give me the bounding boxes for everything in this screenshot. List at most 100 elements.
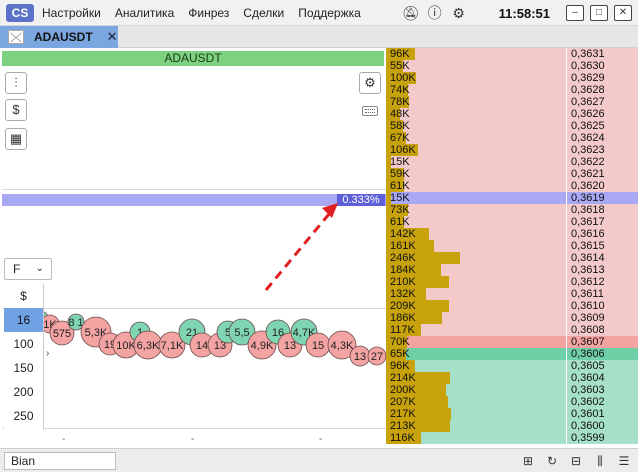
price-label: 0,3631: [566, 48, 638, 60]
order-book-volume: 61K: [386, 216, 566, 228]
refresh-icon[interactable]: ↻: [542, 452, 562, 470]
trade-bubble-label: 4,3K: [331, 340, 354, 352]
order-book-row[interactable]: 209K 0,3610: [386, 300, 638, 312]
order-book-row[interactable]: 48K 0,3626: [386, 108, 638, 120]
price-label: 0,3625: [566, 120, 638, 132]
trade-bubble-label: 27: [371, 351, 383, 363]
price-label: 0,3615: [566, 240, 638, 252]
close-icon[interactable]: ✕: [107, 29, 118, 45]
order-book-row[interactable]: 116K 0,3599: [386, 432, 638, 444]
volume-label: 161K: [390, 240, 416, 252]
order-book-row[interactable]: 73K 0,3618: [386, 204, 638, 216]
order-book-volume: 96K: [386, 48, 566, 60]
order-book-volume: 116K: [386, 432, 566, 444]
order-book-row[interactable]: 96K 0,3605: [386, 360, 638, 372]
order-book[interactable]: 96K 0,3631 55K 0,3630 100K 0,3629 74K 0,3628 78K…: [386, 48, 638, 448]
order-book-row[interactable]: 100K 0,3629: [386, 72, 638, 84]
order-book-row[interactable]: 200K 0,3603: [386, 384, 638, 396]
screenshot-icon[interactable]: ⊞: [518, 452, 538, 470]
order-book-row[interactable]: 213K 0,3600: [386, 420, 638, 432]
volume-filter-item[interactable]: 100: [4, 332, 43, 356]
tab-adausdt[interactable]: ADAUSDT ✕: [0, 26, 118, 48]
order-book-volume: 200K: [386, 384, 566, 396]
order-book-row[interactable]: 214K 0,3604: [386, 372, 638, 384]
volume-filter-item[interactable]: 200: [4, 380, 43, 404]
order-book-row[interactable]: 15K 0,3619: [386, 192, 638, 204]
columns-icon[interactable]: ⫼: [590, 452, 610, 470]
order-book-row[interactable]: 61K 0,3620: [386, 180, 638, 192]
order-book-row[interactable]: 142K 0,3616: [386, 228, 638, 240]
list-icon[interactable]: ☰: [614, 452, 634, 470]
menu-item-finres[interactable]: Финрез: [188, 6, 229, 20]
order-book-volume: 210K: [386, 276, 566, 288]
order-book-row[interactable]: 186K 0,3609: [386, 312, 638, 324]
order-book-row[interactable]: 61K 0,3617: [386, 216, 638, 228]
order-book-row[interactable]: 117K 0,3608: [386, 324, 638, 336]
order-book-row[interactable]: 78K 0,3627: [386, 96, 638, 108]
order-book-row[interactable]: 207K 0,3602: [386, 396, 638, 408]
order-book-row[interactable]: 106K 0,3623: [386, 144, 638, 156]
price-label: 0,3629: [566, 72, 638, 84]
chart-panel[interactable]: ADAUSDT ⫶ $ ▦ ⚙ 0.333% 81K5758 15,3K1910…: [0, 48, 386, 448]
volume-filter-item[interactable]: $: [4, 284, 43, 308]
menu-item-support[interactable]: Поддержка: [298, 6, 361, 20]
order-book-row[interactable]: 184K 0,3613: [386, 264, 638, 276]
menu-item-settings[interactable]: Настройки: [42, 6, 101, 20]
volume-filter-item[interactable]: 16: [4, 308, 43, 332]
volume-label: 209K: [390, 300, 416, 312]
order-book-volume: 78K: [386, 96, 566, 108]
volume-filter-item[interactable]: 150: [4, 356, 43, 380]
order-book-row[interactable]: 58K 0,3625: [386, 120, 638, 132]
volume-select[interactable]: F ⌄: [4, 258, 52, 280]
order-book-volume: 132K: [386, 288, 566, 300]
layout-icon[interactable]: ⊟: [566, 452, 586, 470]
volume-label: 246K: [390, 252, 416, 264]
menu-item-analytics[interactable]: Аналитика: [115, 6, 174, 20]
volume-label: 70K: [390, 336, 410, 348]
order-book-volume: 15K: [386, 192, 566, 204]
order-book-row[interactable]: 96K 0,3631: [386, 48, 638, 60]
status-bar: Bian ⊞ ↻ ⊟ ⫼ ☰: [0, 448, 638, 472]
order-book-row[interactable]: 70K 0,3607: [386, 336, 638, 348]
image-placeholder-icon: [8, 30, 24, 44]
help-icon[interactable]: ⓘ: [423, 3, 447, 23]
volume-filter-item[interactable]: 250: [4, 404, 43, 428]
order-book-row[interactable]: 65K 0,3606: [386, 348, 638, 360]
exchange-field[interactable]: Bian: [4, 452, 116, 470]
volume-label: 61K: [390, 216, 410, 228]
order-book-row[interactable]: 15K 0,3622: [386, 156, 638, 168]
app-logo-icon[interactable]: CS: [6, 3, 34, 22]
order-book-row[interactable]: 217K 0,3601: [386, 408, 638, 420]
order-book-volume: 186K: [386, 312, 566, 324]
order-book-row[interactable]: 132K 0,3611: [386, 288, 638, 300]
bell-off-icon[interactable]: 🔕︎: [399, 5, 423, 22]
order-book-volume: 74K: [386, 84, 566, 96]
minimize-button[interactable]: –: [566, 5, 584, 21]
x-tick: -: [319, 434, 323, 445]
order-book-volume: 207K: [386, 396, 566, 408]
volume-label: 132K: [390, 288, 416, 300]
order-book-row[interactable]: 246K 0,3614: [386, 252, 638, 264]
order-book-row[interactable]: 74K 0,3628: [386, 84, 638, 96]
chevron-right-icon[interactable]: ›: [46, 348, 49, 359]
order-book-row[interactable]: 59K 0,3621: [386, 168, 638, 180]
gear-icon[interactable]: ⚙: [447, 5, 471, 22]
volume-label: 116K: [390, 432, 415, 444]
top-bar: CS Настройки Аналитика Финрез Сделки Под…: [0, 0, 638, 26]
order-book-row[interactable]: 55K 0,3630: [386, 60, 638, 72]
order-book-row[interactable]: 161K 0,3615: [386, 240, 638, 252]
maximize-button[interactable]: □: [590, 5, 608, 21]
order-book-row[interactable]: 67K 0,3624: [386, 132, 638, 144]
order-book-row[interactable]: 210K 0,3612: [386, 276, 638, 288]
volume-label: 186K: [390, 312, 416, 324]
price-label: 0,3611: [566, 288, 638, 300]
menu-item-trades[interactable]: Сделки: [243, 6, 284, 20]
order-book-volume: 55K: [386, 60, 566, 72]
price-label: 0,3608: [566, 324, 638, 336]
arrow-head: [322, 203, 338, 218]
price-label: 0,3616: [566, 228, 638, 240]
price-label: 0,3603: [566, 384, 638, 396]
price-label: 0,3607: [566, 336, 638, 348]
volume-label: 59K: [390, 168, 410, 180]
close-window-button[interactable]: ✕: [614, 5, 632, 21]
